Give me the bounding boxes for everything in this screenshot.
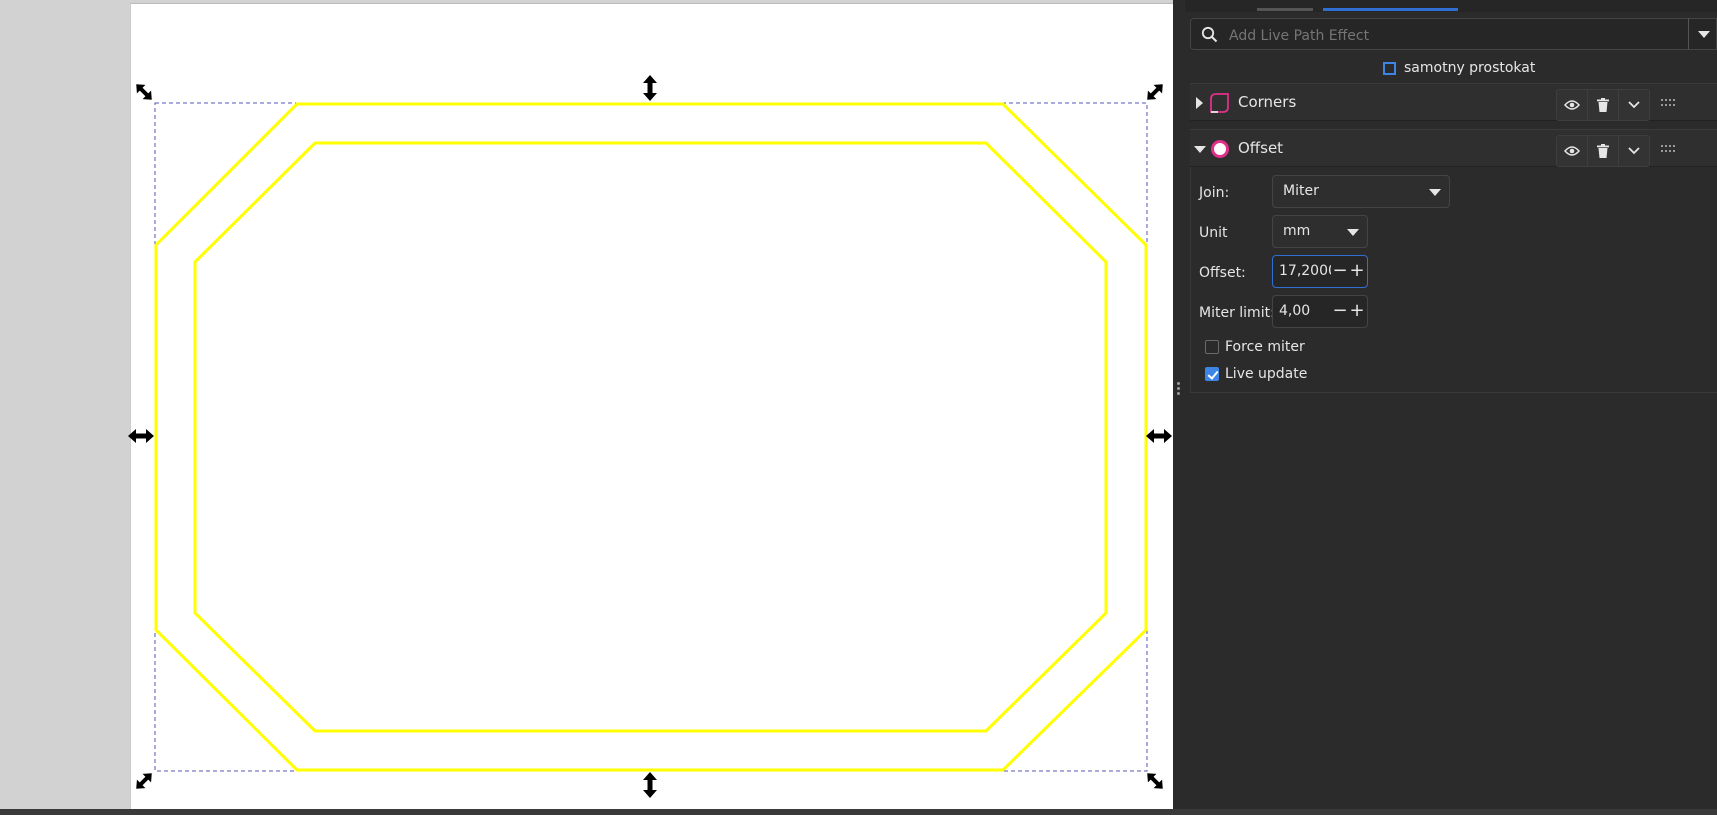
trash-icon — [1597, 98, 1609, 112]
drag-handle-icon[interactable] — [1661, 99, 1677, 107]
effect-row-corners[interactable]: Corners — [1190, 83, 1717, 121]
force-miter-checkbox[interactable] — [1205, 340, 1219, 354]
live-update-row[interactable]: Live update — [1205, 366, 1307, 382]
miter-limit-label: Miter limit: — [1199, 305, 1275, 321]
scale-handle-top[interactable] — [643, 75, 657, 101]
offset-parameters: Join: Miter Unit mm Offset: 17,200000 − … — [1190, 167, 1717, 393]
selection-bounding-box — [154, 102, 1148, 772]
scale-handle-bottom[interactable] — [643, 772, 657, 798]
panel-splitter[interactable] — [1173, 0, 1185, 815]
selected-object-name: samotny prostokat — [1404, 60, 1536, 76]
unit-label: Unit — [1199, 225, 1228, 241]
dock-tab-inactive[interactable] — [1257, 8, 1313, 11]
search-icon — [1201, 26, 1218, 43]
drag-handle-icon[interactable] — [1661, 145, 1677, 153]
effect-name-corners: Corners — [1238, 93, 1297, 111]
expand-arrow-icon[interactable] — [1196, 97, 1203, 109]
scale-handle-top-right[interactable] — [1143, 80, 1167, 104]
lpe-search-dropdown-button[interactable] — [1688, 18, 1717, 50]
splitter-grip-icon — [1177, 382, 1181, 397]
lpe-search-input[interactable] — [1227, 24, 1671, 48]
dropdown-arrow-icon — [1698, 31, 1710, 38]
offset-value[interactable]: 17,200000 — [1279, 263, 1331, 279]
join-select[interactable]: Miter — [1272, 175, 1450, 208]
rectangle-icon — [1383, 61, 1396, 75]
live-update-checkbox[interactable] — [1205, 367, 1219, 381]
live-update-label: Live update — [1225, 366, 1308, 382]
dropdown-arrow-icon — [1429, 189, 1441, 196]
decrement-button[interactable]: − — [1331, 302, 1349, 320]
offset-effect-icon — [1211, 140, 1229, 158]
dropdown-arrow-icon — [1347, 229, 1359, 236]
force-miter-row[interactable]: Force miter — [1205, 339, 1305, 355]
outer-offset-path[interactable] — [154, 102, 1148, 772]
chevron-down-icon — [1628, 101, 1640, 109]
join-label: Join: — [1199, 185, 1230, 201]
effect-menu-button[interactable] — [1619, 136, 1649, 166]
lpe-search-box[interactable] — [1190, 18, 1694, 50]
path-effects-panel: samotny prostokat Corners — [1185, 0, 1717, 815]
trash-icon — [1597, 144, 1609, 158]
bottom-status-strip — [0, 809, 1717, 815]
toggle-visibility-button[interactable] — [1557, 90, 1588, 120]
selected-object-label: samotny prostokat — [1383, 57, 1535, 79]
scale-handle-right[interactable] — [1146, 429, 1172, 443]
decrement-button[interactable]: − — [1331, 262, 1349, 280]
scale-handle-left[interactable] — [128, 429, 154, 443]
increment-button[interactable]: + — [1348, 302, 1366, 320]
effect-row-buttons — [1556, 135, 1650, 167]
collapse-arrow-icon[interactable] — [1194, 146, 1206, 153]
effect-name-offset: Offset — [1238, 139, 1284, 157]
dock-tab-active[interactable] — [1323, 8, 1458, 11]
canvas-area[interactable] — [0, 0, 1173, 815]
delete-effect-button[interactable] — [1588, 90, 1619, 120]
miter-limit-value[interactable]: 4,00 — [1279, 303, 1331, 319]
scale-handle-bottom-left[interactable] — [132, 769, 156, 793]
force-miter-label: Force miter — [1225, 339, 1305, 355]
unit-value: mm — [1283, 223, 1311, 239]
effect-menu-button[interactable] — [1619, 90, 1649, 120]
effect-row-buttons — [1556, 89, 1650, 121]
delete-effect-button[interactable] — [1588, 136, 1619, 166]
corners-effect-icon — [1210, 93, 1229, 113]
canvas-drawing[interactable] — [0, 0, 1173, 815]
join-value: Miter — [1283, 183, 1319, 199]
offset-spinbox[interactable]: 17,200000 − + — [1272, 255, 1368, 288]
miter-limit-spinbox[interactable]: 4,00 − + — [1272, 295, 1368, 328]
increment-button[interactable]: + — [1348, 262, 1366, 280]
inner-rectangle-path[interactable] — [193, 141, 1108, 733]
offset-label: Offset: — [1199, 265, 1246, 281]
dock-tabs — [1185, 0, 1717, 12]
eye-icon — [1564, 146, 1580, 156]
toggle-visibility-button[interactable] — [1557, 136, 1588, 166]
unit-select[interactable]: mm — [1272, 215, 1368, 248]
chevron-down-icon — [1628, 147, 1640, 155]
effect-row-offset[interactable]: Offset — [1190, 129, 1717, 167]
scale-handle-bottom-right[interactable] — [1143, 769, 1167, 793]
eye-icon — [1564, 100, 1580, 110]
scale-handle-top-left[interactable] — [132, 80, 156, 104]
